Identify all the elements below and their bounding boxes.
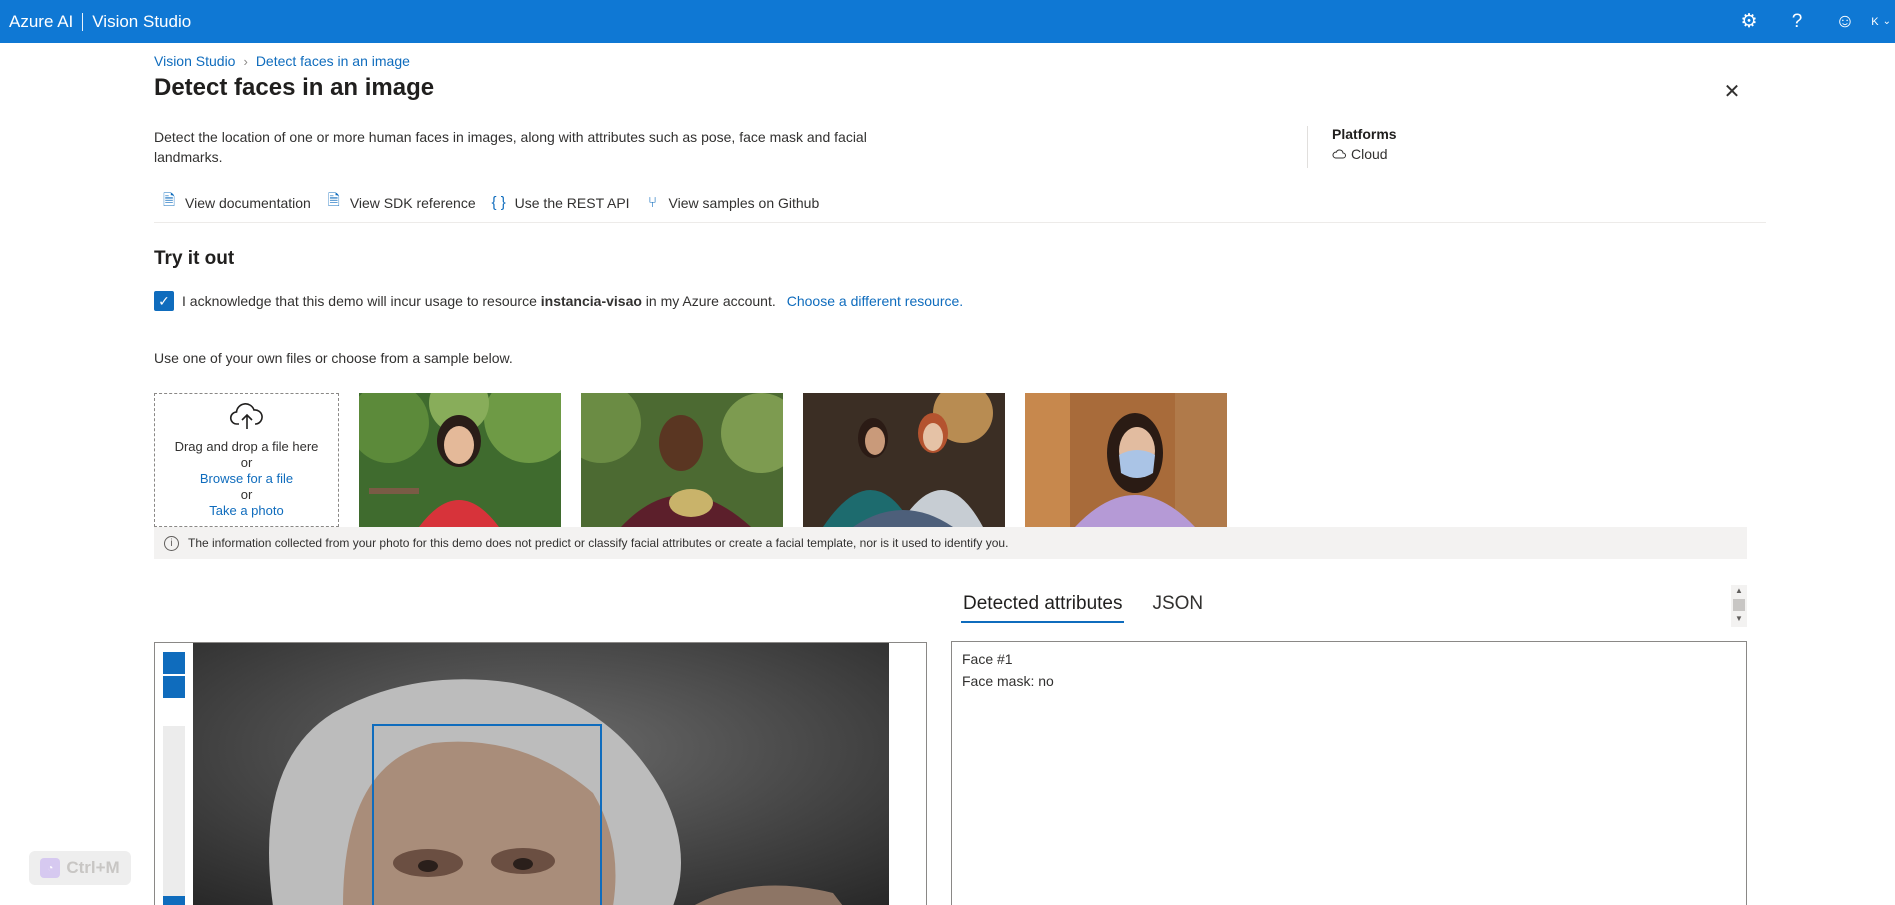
avatar-initial: K bbox=[1871, 15, 1879, 28]
view-samples-github-label: View samples on Github bbox=[668, 194, 820, 211]
scroll-down-icon[interactable]: ▼ bbox=[1731, 613, 1747, 625]
avatar[interactable]: K ⌄ bbox=[1869, 0, 1895, 43]
platforms-heading: Platforms bbox=[1332, 126, 1397, 142]
or-text: or bbox=[240, 486, 253, 502]
zoom-in-button[interactable] bbox=[163, 652, 185, 674]
top-bar-actions: ⚙ ? ☺ K ⌄ bbox=[1725, 0, 1895, 43]
resource-name: instancia-visao bbox=[540, 293, 642, 309]
ack-text-suffix: in my Azure account. bbox=[645, 293, 776, 309]
document-icon: 🗎 bbox=[162, 192, 176, 209]
privacy-info-bar: i The information collected from your ph… bbox=[154, 527, 1747, 559]
zoom-slider[interactable] bbox=[163, 726, 185, 905]
platform-cloud: Cloud bbox=[1332, 146, 1397, 162]
product-name: Vision Studio bbox=[92, 11, 192, 31]
top-bar: Azure AI Vision Studio ⚙ ? ☺ K ⌄ bbox=[0, 0, 1895, 43]
tabs-scrollbar[interactable]: ▲ ▼ bbox=[1731, 585, 1747, 627]
take-photo-link[interactable]: Take a photo bbox=[209, 503, 283, 519]
view-documentation-label: View documentation bbox=[185, 194, 311, 211]
acknowledgement-row: ✓ I acknowledge that this demo will incu… bbox=[154, 291, 963, 311]
result-tabs: Detected attributes JSON bbox=[961, 593, 1205, 623]
view-sdk-reference-link[interactable]: 🗎 View SDK reference bbox=[325, 190, 476, 215]
copilot-icon: ◔ bbox=[40, 858, 61, 878]
platform-cloud-label: Cloud bbox=[1351, 146, 1388, 162]
code-braces-icon: { } bbox=[491, 194, 506, 211]
instructions-text: Use one of your own files or choose from… bbox=[154, 350, 513, 366]
shortcut-label: Ctrl+M bbox=[66, 858, 120, 877]
chevron-right-icon: › bbox=[243, 53, 248, 69]
platforms-panel: Platforms Cloud bbox=[1307, 126, 1397, 168]
detected-attributes-panel: Face #1 Face mask: no bbox=[951, 641, 1747, 905]
divider bbox=[154, 222, 1766, 223]
scroll-thumb[interactable] bbox=[1733, 599, 1745, 611]
feedback-smiley-icon[interactable]: ☺ bbox=[1821, 0, 1869, 43]
chevron-down-icon: ⌄ bbox=[1882, 16, 1891, 27]
or-text: or bbox=[240, 454, 253, 470]
view-samples-github-link[interactable]: ⑂ View samples on Github bbox=[644, 190, 820, 215]
sample-image-woman-mask[interactable] bbox=[1025, 393, 1227, 527]
cloud-upload-icon bbox=[229, 402, 265, 435]
choose-different-resource-link[interactable]: Choose a different resource. bbox=[787, 293, 963, 309]
breadcrumb-current[interactable]: Detect faces in an image bbox=[256, 53, 410, 69]
face-label: Face #1 bbox=[962, 651, 1013, 667]
zoom-slider-thumb[interactable] bbox=[163, 896, 185, 905]
info-icon: i bbox=[164, 535, 179, 551]
branch-icon: ⑂ bbox=[648, 194, 658, 211]
resource-links: 🗎 View documentation 🗎 View SDK referenc… bbox=[160, 190, 819, 215]
face-mask-attribute: Face mask: no bbox=[962, 673, 1054, 689]
zoom-toolbar bbox=[163, 652, 185, 905]
close-icon[interactable]: ✕ bbox=[1719, 78, 1745, 104]
ack-text-prefix: I acknowledge that this demo will incur … bbox=[182, 293, 537, 309]
cloud-icon bbox=[1332, 149, 1346, 159]
use-rest-api-label: Use the REST API bbox=[514, 194, 630, 211]
view-sdk-reference-label: View SDK reference bbox=[349, 194, 476, 211]
tab-detected-attributes[interactable]: Detected attributes bbox=[961, 593, 1125, 623]
zoom-out-button[interactable] bbox=[163, 676, 185, 698]
privacy-info-text: The information collected from your phot… bbox=[188, 536, 1009, 550]
try-it-out-heading: Try it out bbox=[154, 248, 235, 269]
view-documentation-link[interactable]: 🗎 View documentation bbox=[160, 190, 311, 215]
scroll-up-icon[interactable]: ▲ bbox=[1731, 585, 1747, 597]
brand[interactable]: Azure AI Vision Studio bbox=[9, 12, 191, 32]
tab-json[interactable]: JSON bbox=[1150, 593, 1205, 623]
help-icon[interactable]: ? bbox=[1773, 0, 1821, 43]
settings-gear-icon[interactable]: ⚙ bbox=[1725, 0, 1773, 43]
shortcut-badge[interactable]: ◔ Ctrl+M bbox=[29, 851, 131, 885]
brand-name: Azure AI bbox=[9, 11, 74, 31]
sample-image-two-women[interactable] bbox=[803, 393, 1005, 527]
breadcrumb: Vision Studio › Detect faces in an image bbox=[154, 53, 410, 69]
file-dropzone[interactable]: Drag and drop a file here or Browse for … bbox=[154, 393, 339, 527]
page-description: Detect the location of one or more human… bbox=[154, 129, 867, 165]
acknowledge-checkbox[interactable]: ✓ bbox=[154, 291, 174, 311]
page-title: Detect faces in an image bbox=[154, 74, 435, 101]
analyzed-photo bbox=[193, 643, 889, 905]
image-viewer bbox=[154, 642, 927, 905]
use-rest-api-link[interactable]: { } Use the REST API bbox=[490, 190, 630, 215]
browse-file-link[interactable]: Browse for a file bbox=[200, 471, 293, 487]
breadcrumb-vision-studio[interactable]: Vision Studio bbox=[154, 53, 235, 69]
document-icon: 🗎 bbox=[327, 192, 340, 209]
sample-image-man-smiling[interactable] bbox=[581, 393, 783, 527]
drag-drop-text: Drag and drop a file here bbox=[174, 438, 319, 454]
sample-image-woman-red[interactable] bbox=[359, 393, 561, 527]
brand-separator bbox=[82, 12, 84, 31]
